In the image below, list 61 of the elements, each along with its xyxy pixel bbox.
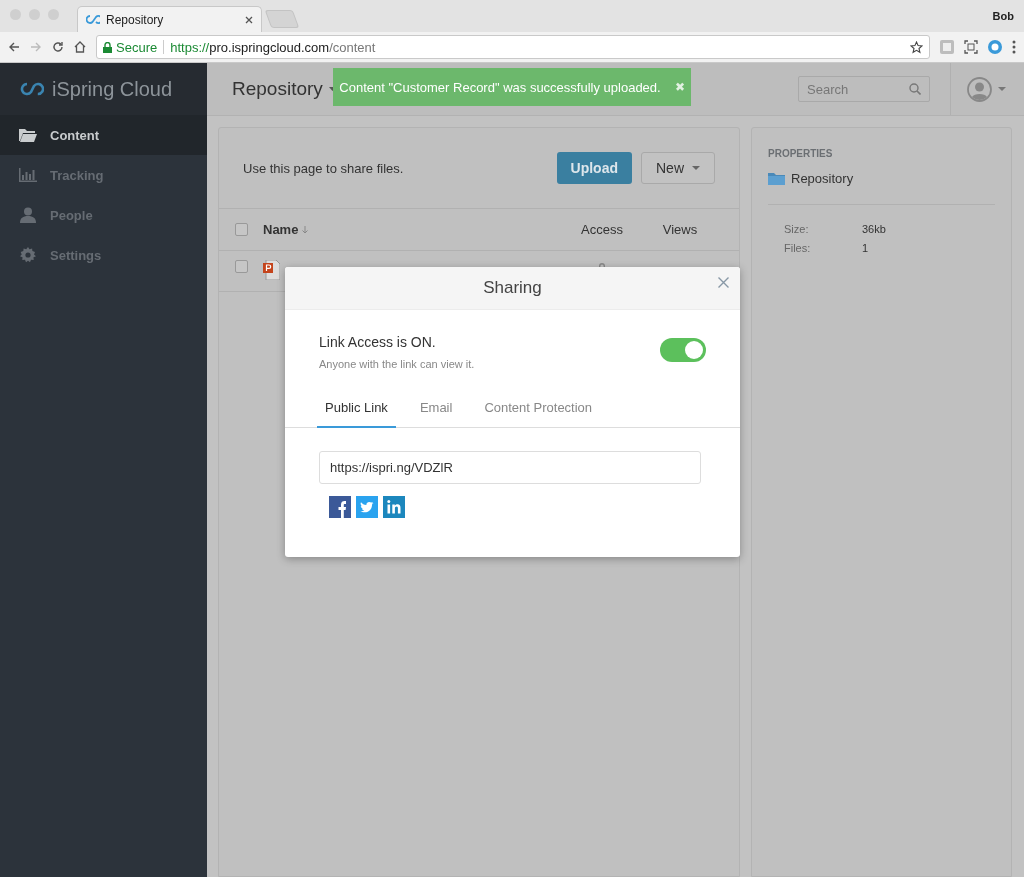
upload-button[interactable]: Upload <box>556 152 632 184</box>
hint-text: Use this page to share files. <box>243 160 404 176</box>
star-icon[interactable] <box>910 40 923 54</box>
column-header[interactable]: Views <box>637 222 723 237</box>
new-button[interactable]: New <box>641 152 715 184</box>
caret-icon <box>692 166 700 170</box>
tab-title: Repository <box>106 12 165 27</box>
checkbox[interactable] <box>235 260 248 273</box>
logo-text: iSpring Cloud <box>52 77 173 101</box>
dialog-title: Sharing <box>483 278 542 298</box>
profile-name[interactable]: Bob <box>992 10 1014 22</box>
close-icon[interactable] <box>245 15 253 24</box>
folder-icon <box>768 172 785 185</box>
link-access-title: Link Access is ON. <box>319 334 437 350</box>
home-icon[interactable] <box>74 41 86 53</box>
property-label: Size: <box>784 223 810 235</box>
folder-name: Repository <box>791 171 854 186</box>
menu-icon[interactable] <box>1012 40 1016 54</box>
search-icon <box>909 83 921 95</box>
lock-icon <box>103 41 112 53</box>
facebook-icon[interactable] <box>329 496 351 518</box>
sidebar-item[interactable]: Content <box>0 115 207 155</box>
extension-icon[interactable] <box>940 40 954 54</box>
address-bar[interactable]: Secure https://pro.ispringcloud.com/content <box>96 35 930 59</box>
checkbox[interactable] <box>235 223 248 236</box>
caret-icon[interactable] <box>998 87 1006 91</box>
property-value: 1 <box>862 242 870 254</box>
toggle-switch[interactable] <box>660 338 706 362</box>
new-tab-button[interactable] <box>264 10 300 28</box>
folder-icon <box>19 128 37 142</box>
reload-icon[interactable] <box>52 41 64 53</box>
url-text: https://pro.ispringcloud.com/content <box>170 39 376 55</box>
avatar-icon[interactable] <box>967 76 992 102</box>
logo-icon <box>86 15 100 24</box>
browser-tab[interactable]: Repository <box>77 6 262 32</box>
toast-message: Content "Customer Record" was successfully uploaded. <box>339 79 661 95</box>
twitter-icon[interactable] <box>356 496 378 518</box>
settings-icon <box>20 247 36 263</box>
linkedin-icon[interactable] <box>383 496 405 518</box>
presentation-file-icon <box>263 260 280 280</box>
link-field[interactable]: https://ispri.ng/VDZlR <box>319 451 701 484</box>
property-value: 36kb <box>862 223 887 235</box>
screenshot-icon[interactable] <box>964 40 978 54</box>
bar-chart-icon <box>19 168 37 182</box>
extension-icon[interactable] <box>988 40 1002 54</box>
column-header[interactable]: Access <box>567 222 637 237</box>
column-header[interactable]: Name <box>263 222 299 237</box>
person-icon <box>20 207 36 223</box>
sort-arrow-icon <box>302 225 309 234</box>
logo[interactable]: iSpring Cloud <box>0 63 207 115</box>
back-icon[interactable] <box>8 41 20 53</box>
secure-label: Secure <box>116 39 158 55</box>
tab[interactable]: Content Protection <box>476 390 601 428</box>
forward-icon[interactable] <box>30 41 42 53</box>
logo-icon <box>20 82 44 96</box>
property-label: Files: <box>784 242 812 254</box>
tab[interactable]: Public Link <box>317 390 396 428</box>
tab[interactable]: Email <box>411 390 461 428</box>
section-heading: PROPERTIES <box>768 148 834 159</box>
link-access-description: Anyone with the link can view it. <box>319 358 475 370</box>
link-icon <box>599 263 605 269</box>
